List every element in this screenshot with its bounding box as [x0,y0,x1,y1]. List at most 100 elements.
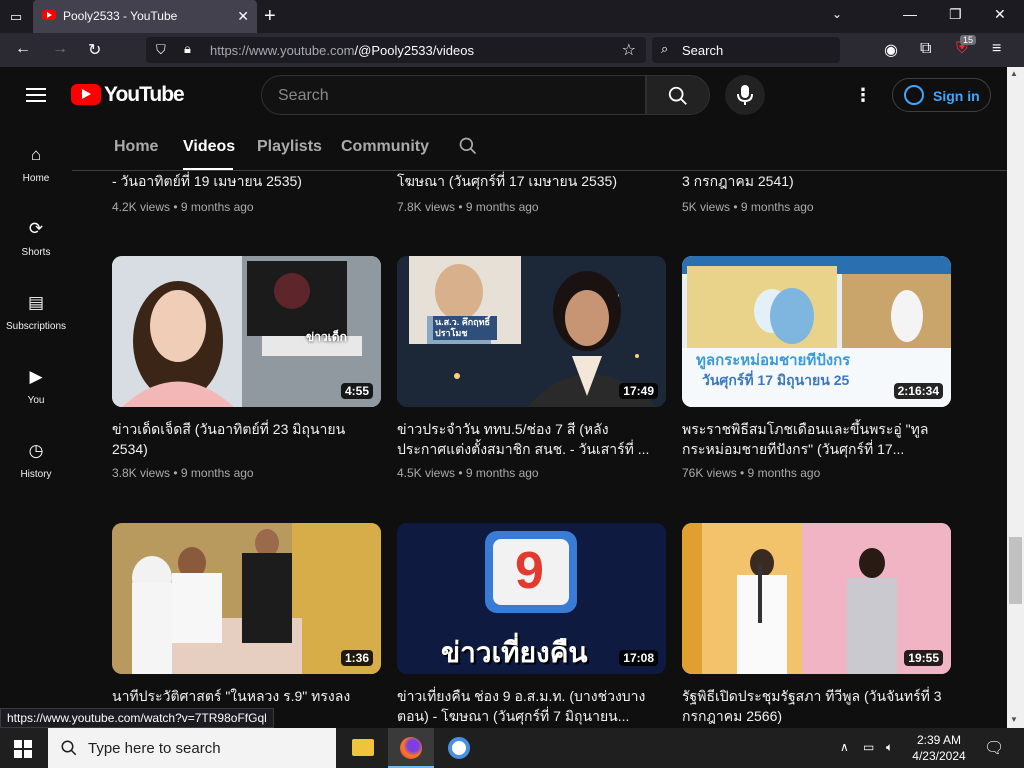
tab-playlists[interactable]: Playlists [257,138,322,156]
account-circle-icon [904,85,924,105]
video-title[interactable]: รัฐพิธีเปิดประชุมรัฐสภา ทีวีพูล (วันจันท… [682,686,942,726]
tab-overflow-chevron-icon[interactable]: ⌄ [832,7,842,21]
page-scrollbar[interactable] [1007,67,1024,728]
clock-date: 4/23/2024 [912,749,966,763]
video-thumbnail[interactable]: น.ส.ว. คึกฤทธิ์ ปราโมช 17:49 [397,256,666,407]
forward-arrow-icon[interactable]: → [52,40,68,58]
back-arrow-icon[interactable]: ← [15,40,31,58]
settings-more-icon[interactable]: ⋮ [854,85,872,106]
channel-tabs: Home Videos Playlists Community [72,123,1007,171]
browser-search-box[interactable]: ⌕ Search [652,37,840,63]
new-tab-icon[interactable]: + [264,5,276,28]
folder-icon [352,739,374,756]
active-tab-indicator [183,168,233,170]
tab-community[interactable]: Community [341,138,429,156]
video-title[interactable]: ข่าวประจำวัน ททบ.5/ช่อง 7 สี (หลังประกาศ… [397,419,657,459]
channel-search-icon[interactable] [458,136,478,156]
firefox-app[interactable] [388,728,434,768]
video-title[interactable]: พระราชพิธีสมโภชเดือนและขึ้นพระอู่ "ทูลกร… [682,419,942,459]
voice-search-button[interactable] [725,75,765,115]
browser-tab[interactable]: Pooly2533 - YouTube ✕ [33,0,257,33]
video-duration: 4:55 [340,383,373,399]
subscriptions-icon: ▤ [27,293,45,312]
reload-icon[interactable]: ↻ [88,40,101,60]
video-duration: 17:08 [619,650,658,666]
youtube-favicon-icon [42,10,56,20]
channel9-logo: 9 [515,542,544,600]
browser-search-placeholder: Search [682,43,724,58]
bookmark-star-icon[interactable]: ☆ [622,40,636,60]
scroll-up-arrow-icon[interactable]: ▲ [1010,69,1018,78]
taskbar-search-box[interactable]: Type here to search [48,728,336,768]
guide-item-shorts[interactable]: ⟳ Shorts [0,219,72,258]
windows-start-icon[interactable] [14,740,32,758]
video-thumbnail[interactable]: 19:55 [682,523,951,674]
link-status-bar: https://www.youtube.com/watch?v=7TR98oFf… [0,708,274,728]
tab-title: Pooly2533 - YouTube [63,9,178,23]
youtube-header: YouTube Search ⋮ Sign in [0,67,1010,123]
video-thumbnail[interactable]: 1:36 [112,523,381,674]
menu-hamburger-icon[interactable]: ≡ [992,40,1001,58]
taskbar-search-placeholder: Type here to search [88,740,221,757]
shorts-icon: ⟳ [28,219,44,238]
video-title[interactable]: - วันอาทิตย์ที่ 19 เมษายน 2535) [112,171,382,191]
tab-videos[interactable]: Videos [183,138,235,156]
guide-label: Shorts [21,247,51,258]
video-meta: 7.8K views • 9 months ago [397,200,539,214]
scrollbar-thumb[interactable] [1009,537,1022,604]
video-meta: 5K views • 9 months ago [682,200,814,214]
lock-icon[interactable]: 🔒︎ [184,41,191,57]
guide-label: You [27,395,45,406]
close-window-icon[interactable]: ✕ [994,6,1006,23]
chrome-icon [448,737,470,759]
account-icon[interactable]: ◉ [884,40,898,60]
sign-in-button[interactable]: Sign in [892,78,991,112]
url-text[interactable]: https://www.youtube.com/@Pooly2533/video… [210,43,474,58]
notification-icon[interactable]: 🗨︎ [984,738,1004,758]
video-title[interactable]: ข่าวเที่ยงคืน ช่อง 9 อ.ส.ม.ท. (บางช่วงบา… [397,686,657,726]
search-input[interactable]: Search [261,75,646,115]
url-bar[interactable]: ⛉ 🔒︎ https://www.youtube.com/@Pooly2533/… [146,37,646,63]
youtube-logo-text[interactable]: YouTube [104,83,185,107]
video-thumbnail[interactable]: ทูลกระหม่อมชายทีปังกร วันศุกร์ที่ 17 มิถ… [682,256,951,407]
search-placeholder: Search [278,87,329,104]
sign-in-label: Sign in [933,88,980,104]
taskbar-clock[interactable]: 2:39 AM 4/23/2024 [904,732,974,764]
chrome-app[interactable] [436,728,482,768]
tray-chevron-icon[interactable]: ∧ [840,740,849,754]
guide-item-you[interactable]: ▶ You [0,367,72,406]
guide-label: Subscriptions [5,321,67,332]
video-title[interactable]: 3 กรกฎาคม 2541) [682,171,952,191]
thumbnail-date: วันศุกร์ที่ 17 มิถุนายน 25 [702,372,850,388]
network-icon[interactable]: ▭ [863,740,874,754]
guide-label: History [20,469,52,480]
guide-menu-icon[interactable] [26,88,46,102]
search-engine-icon: ⌕ [661,41,669,56]
guide-item-home[interactable]: ⌂ Home [0,145,72,184]
scroll-down-arrow-icon[interactable]: ▼ [1010,715,1018,724]
video-thumbnail[interactable]: 9 ข่าวเที่ยงคืน 17:08 [397,523,666,674]
browser-tab-bar: ▭ Pooly2533 - YouTube ✕ + ⌄ — ❐ ✕ [0,0,1024,33]
minimize-icon[interactable]: — [903,6,917,22]
browser-toolbar: ← → ↻ ⛉ 🔒︎ https://www.youtube.com/@Pool… [0,33,1024,67]
search-button[interactable] [646,75,710,115]
restore-icon[interactable]: ❐ [949,6,962,23]
volume-muted-icon[interactable]: 🔈︎ [886,740,893,755]
video-thumbnail[interactable]: ข่าวเด็ก 4:55 [112,256,381,407]
video-title[interactable]: โฆษณา (วันศุกร์ที่ 17 เมษายน 2535) [397,171,667,191]
home-icon: ⌂ [30,145,42,164]
thumbnail-caption: ข่าวเด็ก [306,330,347,344]
youtube-logo-icon[interactable] [71,84,101,105]
guide-item-history[interactable]: ◷ History [0,441,72,480]
youtube-page: YouTube Search ⋮ Sign in ⌂ Home ⟳ Shorts… [0,67,1024,728]
video-title[interactable]: ข่าวเด็ดเจ็ดสี (วันอาทิตย์ที่ 23 มิถุนาย… [112,419,372,459]
guide-item-subscriptions[interactable]: ▤ Subscriptions [0,293,72,332]
tab-list-icon[interactable]: ▭ [6,7,26,27]
file-explorer-app[interactable] [340,728,386,768]
tab-home[interactable]: Home [114,138,158,156]
tracking-shield-icon[interactable]: ⛉ [156,42,166,58]
close-tab-icon[interactable]: ✕ [237,8,249,25]
video-duration: 2:16:34 [893,383,943,399]
extension-badge: 15 [960,35,977,45]
extensions-icon[interactable]: ⧉ [920,40,931,58]
